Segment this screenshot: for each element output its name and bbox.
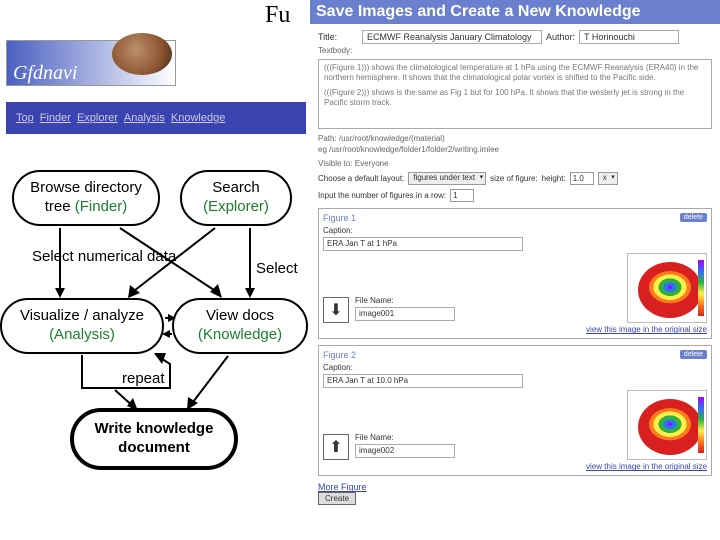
row-count-label: Input the number of figures in a row: <box>318 191 446 200</box>
textbody-p2: (((Figure 2))) shows is the same as Fig … <box>324 88 706 109</box>
globe-icon <box>112 33 172 75</box>
figure-2-thumbnail <box>627 390 707 460</box>
node-write-l1: Write knowledge <box>74 420 234 439</box>
title-label: Title: <box>318 32 358 42</box>
node-browse: Browse directory tree (Finder) <box>12 170 160 226</box>
more-figure-link[interactable]: More Figure <box>318 482 367 492</box>
height-label: height: <box>542 174 566 183</box>
height-input[interactable]: 1.0 <box>570 172 594 185</box>
figure-1-view-link[interactable]: view this image in the original size <box>323 325 707 334</box>
figure-1-filename-input[interactable]: image001 <box>355 307 455 321</box>
author-input[interactable]: T Horinouchi <box>579 30 679 44</box>
figure-2-caption-input[interactable]: ERA Jan T at 10.0 hPa <box>323 374 523 388</box>
figure-2-delete-button[interactable]: delete <box>680 350 707 359</box>
label-select-numerical: Select numerical data <box>32 248 176 265</box>
path-value: /usr/root/knowledge/(material) <box>339 134 445 143</box>
label-select: Select <box>256 260 298 277</box>
node-viewdocs-l2: (Knowledge) <box>174 326 306 345</box>
figure-2-caption-label: Caption: <box>323 363 707 372</box>
figure-1-title: Figure 1 <box>323 213 707 223</box>
nav-bar: Top Finder Explorer Analysis Knowledge <box>6 102 306 134</box>
figure-2-filename-label: File Name: <box>355 433 455 442</box>
node-search: Search (Explorer) <box>180 170 292 226</box>
node-search-l1: Search <box>182 179 290 198</box>
node-visualize: Visualize / analyze (Analysis) <box>0 298 164 354</box>
nav-analysis[interactable]: Analysis <box>124 112 165 124</box>
node-viewdocs-l1: View docs <box>174 307 306 326</box>
layout-label: Choose a default layout: <box>318 174 404 183</box>
title-input[interactable]: ECMWF Reanalysis January Climatology <box>362 30 542 44</box>
app-name: Gfdnavi <box>13 62 77 85</box>
size-label: size of figure: <box>490 174 538 183</box>
textbody-label: Textbody: <box>318 46 712 55</box>
figure-1-delete-button[interactable]: delete <box>680 213 707 222</box>
layout-select[interactable]: figures under text <box>408 172 486 185</box>
figure-1-thumbnail <box>627 253 707 323</box>
node-search-l2: (Explorer) <box>182 198 290 217</box>
author-label: Author: <box>546 32 575 42</box>
figure-1-box: Figure 1 delete Caption: ERA Jan T at 1 … <box>318 208 712 339</box>
nav-explorer[interactable]: Explorer <box>77 112 118 124</box>
textbody-p1: (((Figure 1))) shows the climatological … <box>324 63 706 84</box>
app-banner: Gfdnavi <box>6 40 176 86</box>
node-browse-l2b: (Finder) <box>75 198 128 215</box>
row-count-input[interactable]: 1 <box>450 189 474 202</box>
figure-2-box: Figure 2 delete Caption: ERA Jan T at 10… <box>318 345 712 476</box>
figure-2-filename-input[interactable]: image002 <box>355 444 455 458</box>
path-example: eg /usr/root/knowledge/folder1/folder2/w… <box>318 145 499 154</box>
nav-top[interactable]: Top <box>16 112 34 124</box>
node-visualize-l2: (Analysis) <box>2 326 162 345</box>
node-viewdocs: View docs (Knowledge) <box>172 298 308 354</box>
node-browse-l2a: tree <box>45 198 75 215</box>
figure-2-title: Figure 2 <box>323 350 707 360</box>
path-label: Path: <box>318 134 337 143</box>
figure-1-caption-input[interactable]: ERA Jan T at 1 hPa <box>323 237 523 251</box>
visible-to: Visible to: Everyone <box>318 159 712 168</box>
create-button[interactable]: Create <box>318 492 356 505</box>
nav-finder[interactable]: Finder <box>40 112 71 124</box>
figure-2-view-link[interactable]: view this image in the original size <box>323 462 707 471</box>
figure-1-caption-label: Caption: <box>323 226 707 235</box>
figure-1-filename-label: File Name: <box>355 296 455 305</box>
node-write: Write knowledge document <box>70 408 238 470</box>
label-repeat: repeat <box>122 370 165 387</box>
nav-knowledge[interactable]: Knowledge <box>171 112 225 124</box>
figure-2-arrow-up-icon[interactable]: ⬆ <box>323 434 349 460</box>
textbody-textarea[interactable]: (((Figure 1))) shows the climatological … <box>318 59 712 129</box>
x-select[interactable]: x <box>598 172 618 185</box>
dialog-title: Save Images and Create a New Knowledge <box>310 0 720 24</box>
node-browse-l1: Browse directory <box>14 179 158 198</box>
figure-1-arrow-down-icon[interactable]: ⬇ <box>323 297 349 323</box>
node-write-l2: document <box>74 439 234 458</box>
node-visualize-l1: Visualize / analyze <box>2 307 162 326</box>
page-title-fragment: Fu <box>265 2 290 29</box>
